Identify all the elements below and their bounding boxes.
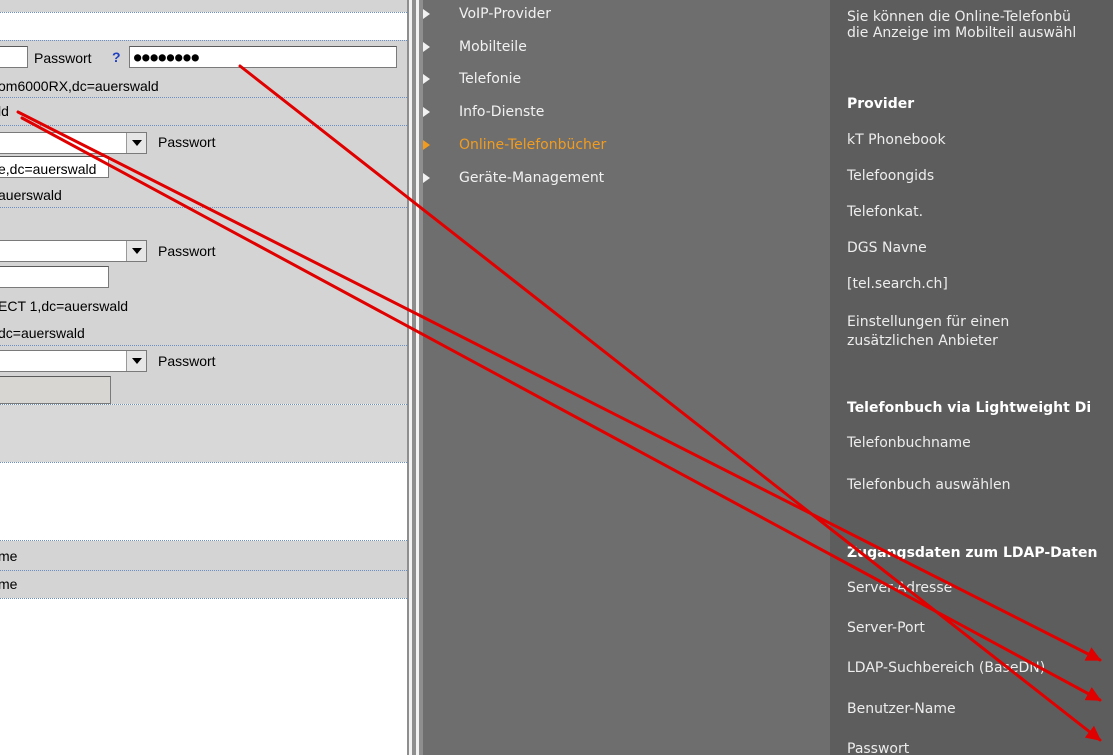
arrow-right-icon xyxy=(423,74,430,84)
text-line-6: dc=auerswald xyxy=(0,325,85,341)
search-base-label: LDAP-Suchbereich (BaseDN) xyxy=(847,660,1046,676)
intro-text-1: Sie können die Online-Telefonbü xyxy=(847,9,1071,25)
access-heading: Zugangsdaten zum LDAP-Daten xyxy=(847,545,1098,561)
provider-tel-search[interactable]: [tel.search.ch] xyxy=(847,276,948,293)
ldap-heading: Telefonbuch via Lightweight Di xyxy=(847,400,1092,416)
phonebook-select-3[interactable] xyxy=(0,350,147,372)
password-label: Passwort xyxy=(847,741,910,755)
section-band xyxy=(0,405,407,462)
password-input[interactable]: ●●●●●●●● xyxy=(129,46,397,68)
provider-kt-phonebook[interactable]: kT Phonebook xyxy=(847,132,946,149)
nav-item-geraete-management[interactable]: Geräte-Management xyxy=(423,170,605,186)
name-text-2: me xyxy=(0,576,18,592)
nav-item-mobilteile[interactable]: Mobilteile xyxy=(423,39,527,55)
server-address-label: Server-Adresse xyxy=(847,580,953,596)
intro-text-2: die Anzeige im Mobilteil auswähl xyxy=(847,25,1077,41)
name-text-1: me xyxy=(0,548,18,564)
text-line-4: auerswald xyxy=(0,187,62,203)
nav-item-telefonie[interactable]: Telefonie xyxy=(423,71,522,87)
phonebook-select-2[interactable] xyxy=(0,240,147,262)
nav-item-voip-provider[interactable]: VoIP-Provider xyxy=(423,6,552,22)
row3-password-label: Passwort xyxy=(158,243,216,259)
left-config-window: Passwort ? ●●●●●●●● om6000RX,dc=auerswal… xyxy=(0,0,407,755)
header-band xyxy=(0,0,407,12)
extra-provider-text-1: Einstellungen für einen xyxy=(847,314,1010,330)
arrow-right-icon xyxy=(423,9,430,19)
extra-provider-text-2: zusätzlichen Anbieter xyxy=(847,333,998,349)
text-line-3: e,dc=auerswald xyxy=(0,161,97,177)
nav-item-info-dienste[interactable]: Info-Dienste xyxy=(423,104,545,120)
nav-label: Geräte-Management xyxy=(459,170,605,186)
basedn-text: om6000RX,dc=auerswald xyxy=(0,78,159,94)
chevron-down-icon[interactable] xyxy=(126,241,146,261)
password-value: ●●●●●●●● xyxy=(134,50,200,64)
text-line-5: ECT 1,dc=auerswald xyxy=(0,298,129,314)
phonebook-select-1[interactable] xyxy=(0,132,147,154)
row3-input[interactable] xyxy=(0,266,109,288)
nav-label: Telefonie xyxy=(459,71,522,87)
help-icon[interactable]: ? xyxy=(112,49,121,65)
server-input[interactable] xyxy=(0,46,28,68)
select-phonebook-label: Telefonbuch auswählen xyxy=(847,477,1011,493)
row2-password-label: Passwort xyxy=(158,134,216,150)
nav-menu: VoIP-Provider Mobilteile Telefonie Info-… xyxy=(423,0,830,755)
arrow-right-icon xyxy=(423,140,430,150)
provider-heading: Provider xyxy=(847,96,915,112)
chevron-down-icon[interactable] xyxy=(126,351,146,371)
row4-password-label: Passwort xyxy=(158,353,216,369)
arrow-right-icon xyxy=(423,107,430,117)
chevron-down-icon[interactable] xyxy=(126,133,146,153)
nav-label: Info-Dienste xyxy=(459,104,545,120)
nav-label: Online-Telefonbücher xyxy=(459,137,607,153)
nav-item-online-telefonbuecher[interactable]: Online-Telefonbücher xyxy=(423,137,607,153)
provider-telefonkat[interactable]: Telefonkat. xyxy=(847,204,923,221)
phonebook-name-label: Telefonbuchname xyxy=(847,435,971,451)
text-line-2: ld xyxy=(0,103,9,119)
nav-label: VoIP-Provider xyxy=(459,6,552,22)
user-name-label: Benutzer-Name xyxy=(847,701,956,717)
arrow-right-icon xyxy=(423,173,430,183)
content-panel: Sie können die Online-Telefonbü die Anze… xyxy=(830,0,1113,755)
arrow-right-icon xyxy=(423,42,430,52)
row4-disabled-input xyxy=(0,376,111,404)
nav-label: Mobilteile xyxy=(459,39,527,55)
password-label: Passwort xyxy=(34,50,92,66)
provider-dgs-navne[interactable]: DGS Navne xyxy=(847,240,927,257)
window-divider xyxy=(407,0,423,755)
server-port-label: Server-Port xyxy=(847,620,925,636)
provider-telefoongids[interactable]: Telefoongids xyxy=(847,168,934,185)
